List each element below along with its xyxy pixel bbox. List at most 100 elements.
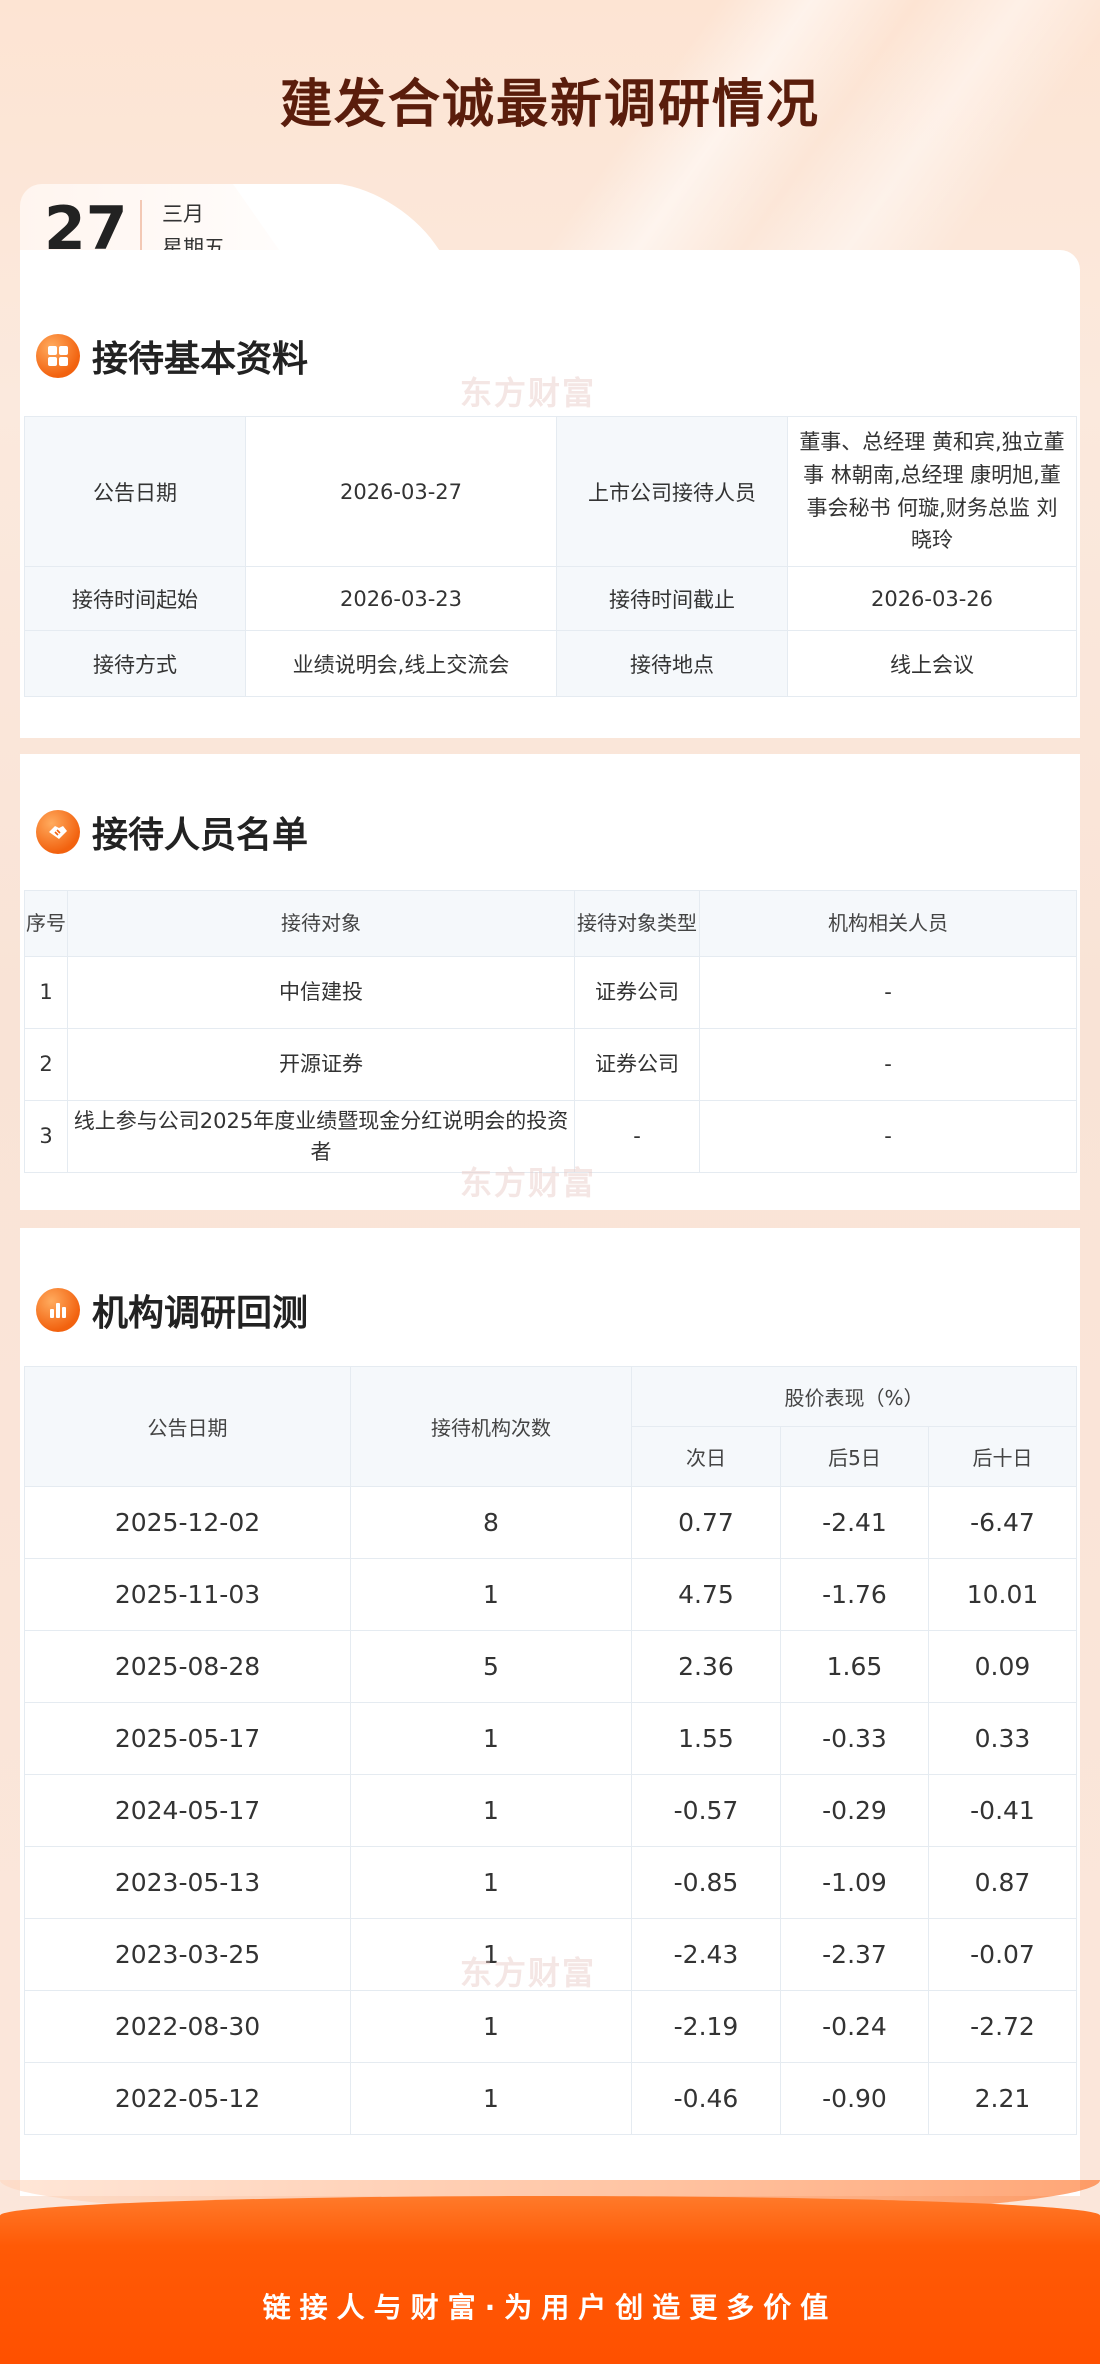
footer-slogan: 链接人与财富·为用户创造更多价值 bbox=[262, 2291, 838, 2324]
cell-date: 2022-05-12 bbox=[24, 2062, 351, 2135]
cell-no: 2 bbox=[24, 1028, 68, 1101]
cell-label: 接待时间截止 bbox=[556, 566, 788, 631]
cell-label: 公告日期 bbox=[24, 416, 246, 567]
table-row: 2024-05-17 1 -0.57 -0.29 -0.41 bbox=[24, 1774, 1077, 1847]
header-cell: 股价表现（%） bbox=[631, 1366, 1077, 1427]
cell-date: 2024-05-17 bbox=[24, 1774, 351, 1847]
table-row: 2025-11-03 1 4.75 -1.76 10.01 bbox=[24, 1558, 1077, 1631]
table-row: 2022-05-12 1 -0.46 -0.90 2.21 bbox=[24, 2062, 1077, 2135]
page-title: 建发合诚最新调研情况 bbox=[279, 75, 820, 135]
table-row: 2023-05-13 1 -0.85 -1.09 0.87 bbox=[24, 1846, 1077, 1919]
footer bbox=[0, 2196, 1100, 2364]
backtest-table: 公告日期 接待机构次数 股价表现（%） 次日 后5日 后十日 2025-12-0… bbox=[24, 1366, 1077, 2135]
cell-d5: -1.76 bbox=[780, 1558, 929, 1631]
backtest-header: 机构调研回测 bbox=[36, 1284, 308, 1336]
cell-label: 接待时间起始 bbox=[24, 566, 246, 631]
cell-d5: -0.33 bbox=[780, 1702, 929, 1775]
watermark: 东方财富 bbox=[460, 1954, 597, 1992]
header-cell: 接待机构次数 bbox=[350, 1366, 632, 1487]
cell-d5: -2.41 bbox=[780, 1486, 929, 1559]
basic-info-table: 公告日期 2026-03-27 上市公司接待人员 董事、总经理 黄和宾,独立董事… bbox=[24, 416, 1077, 697]
header-cell: 公告日期 bbox=[24, 1366, 351, 1487]
cell-value: 线上会议 bbox=[787, 630, 1077, 697]
personnel-table: 序号 接待对象 接待对象类型 机构相关人员 1 中信建投 证券公司 - 2 开源… bbox=[24, 890, 1077, 1173]
cell-date: 2022-08-30 bbox=[24, 1990, 351, 2063]
cell-d1: 0.77 bbox=[631, 1486, 781, 1559]
personnel-card: 接待人员名单 序号 接待对象 接待对象类型 机构相关人员 1 中信建投 证券公司… bbox=[20, 754, 1080, 1210]
cell-d5: -0.29 bbox=[780, 1774, 929, 1847]
cell-d10: -6.47 bbox=[928, 1486, 1077, 1559]
backtest-body: 2025-12-02 8 0.77 -2.41 -6.47 2025-11-03 1 4.75… bbox=[24, 1486, 1077, 2135]
basic-info-card: 接待基本资料 东方财富 公告日期 2026-03-27 上市公司接待人员 董事、… bbox=[20, 250, 1080, 738]
table-row: 2025-08-28 5 2.36 1.65 0.09 bbox=[24, 1630, 1077, 1703]
table-row: 2022-08-30 1 -2.19 -0.24 -2.72 bbox=[24, 1990, 1077, 2063]
table-header-row: 序号 接待对象 接待对象类型 机构相关人员 bbox=[24, 890, 1077, 957]
header-cell: 序号 bbox=[24, 890, 68, 957]
cell-d1: -0.46 bbox=[631, 2062, 781, 2135]
cell-count: 1 bbox=[350, 2062, 632, 2135]
cell-d10: 0.09 bbox=[928, 1630, 1077, 1703]
cell-d10: -2.72 bbox=[928, 1990, 1077, 2063]
backtest-card: 机构调研回测 公告日期 接待机构次数 股价表现（%） 次日 后5日 后十日 20… bbox=[20, 1228, 1080, 2196]
table-row: 公告日期 2026-03-27 上市公司接待人员 董事、总经理 黄和宾,独立董事… bbox=[24, 416, 1077, 567]
cell-value: 2026-03-26 bbox=[787, 566, 1077, 631]
cell-count: 5 bbox=[350, 1630, 632, 1703]
basic-info-header: 接待基本资料 bbox=[36, 330, 308, 382]
cell-date: 2025-05-17 bbox=[24, 1702, 351, 1775]
cell-date: 2025-11-03 bbox=[24, 1558, 351, 1631]
cell-count: 1 bbox=[350, 1558, 632, 1631]
watermark: 东方财富 bbox=[460, 374, 597, 412]
cell-count: 1 bbox=[350, 1990, 632, 2063]
cell-d10: 0.87 bbox=[928, 1846, 1077, 1919]
cell-d5: -0.90 bbox=[780, 2062, 929, 2135]
cell-d1: 2.36 bbox=[631, 1630, 781, 1703]
cell-date: 2023-05-13 bbox=[24, 1846, 351, 1919]
date-month: 三月 bbox=[162, 202, 204, 226]
cell-label: 接待方式 bbox=[24, 630, 246, 697]
backtest-title: 机构调研回测 bbox=[92, 1293, 309, 1334]
cell-no: 3 bbox=[24, 1100, 68, 1173]
watermark: 东方财富 bbox=[460, 1164, 597, 1202]
cell-d1: 4.75 bbox=[631, 1558, 781, 1631]
cell-d5: -0.24 bbox=[780, 1990, 929, 2063]
cell-date: 2025-12-02 bbox=[24, 1486, 351, 1559]
cell-target: 开源证券 bbox=[67, 1028, 575, 1101]
table-header-row: 公告日期 接待机构次数 股价表现（%） bbox=[24, 1366, 1077, 1487]
cell-d1: -0.85 bbox=[631, 1846, 781, 1919]
cell-people: - bbox=[699, 956, 1077, 1029]
cell-type: 证券公司 bbox=[574, 956, 700, 1029]
cell-d10: -0.07 bbox=[928, 1918, 1077, 1991]
cell-target: 中信建投 bbox=[67, 956, 575, 1029]
cell-d1: -0.57 bbox=[631, 1774, 781, 1847]
cell-d1: -2.43 bbox=[631, 1918, 781, 1991]
personnel-header: 接待人员名单 bbox=[36, 806, 308, 858]
cell-d10: 10.01 bbox=[928, 1558, 1077, 1631]
header-cell: 后5日 bbox=[780, 1426, 929, 1487]
cell-type: 证券公司 bbox=[574, 1028, 700, 1101]
cell-count: 1 bbox=[350, 1702, 632, 1775]
cell-people: - bbox=[699, 1028, 1077, 1101]
cell-d5: -1.09 bbox=[780, 1846, 929, 1919]
table-row: 2025-12-02 8 0.77 -2.41 -6.47 bbox=[24, 1486, 1077, 1559]
header-cell: 机构相关人员 bbox=[699, 890, 1077, 957]
header-cell: 次日 bbox=[631, 1426, 781, 1487]
cell-value: 2026-03-23 bbox=[245, 566, 557, 631]
cell-d1: 1.55 bbox=[631, 1702, 781, 1775]
cell-label: 上市公司接待人员 bbox=[556, 416, 788, 567]
table-row: 接待时间起始 2026-03-23 接待时间截止 2026-03-26 bbox=[24, 566, 1077, 631]
cell-d5: 1.65 bbox=[780, 1630, 929, 1703]
cell-no: 1 bbox=[24, 956, 68, 1029]
cell-d10: 0.33 bbox=[928, 1702, 1077, 1775]
cell-count: 8 bbox=[350, 1486, 632, 1559]
cell-count: 1 bbox=[350, 1846, 632, 1919]
cell-date: 2025-08-28 bbox=[24, 1630, 351, 1703]
cell-date: 2023-03-25 bbox=[24, 1918, 351, 1991]
bar-chart-icon bbox=[36, 1288, 80, 1332]
table-row: 2 开源证券 证券公司 - bbox=[24, 1028, 1077, 1101]
cell-d5: -2.37 bbox=[780, 1918, 929, 1991]
basic-info-title: 接待基本资料 bbox=[92, 339, 309, 380]
table-row: 1 中信建投 证券公司 - bbox=[24, 956, 1077, 1029]
table-row: 2025-05-17 1 1.55 -0.33 0.33 bbox=[24, 1702, 1077, 1775]
cell-d1: -2.19 bbox=[631, 1990, 781, 2063]
cell-value: 董事、总经理 黄和宾,独立董事 林朝南,总经理 康明旭,董事会秘书 何璇,财务总… bbox=[787, 416, 1077, 567]
